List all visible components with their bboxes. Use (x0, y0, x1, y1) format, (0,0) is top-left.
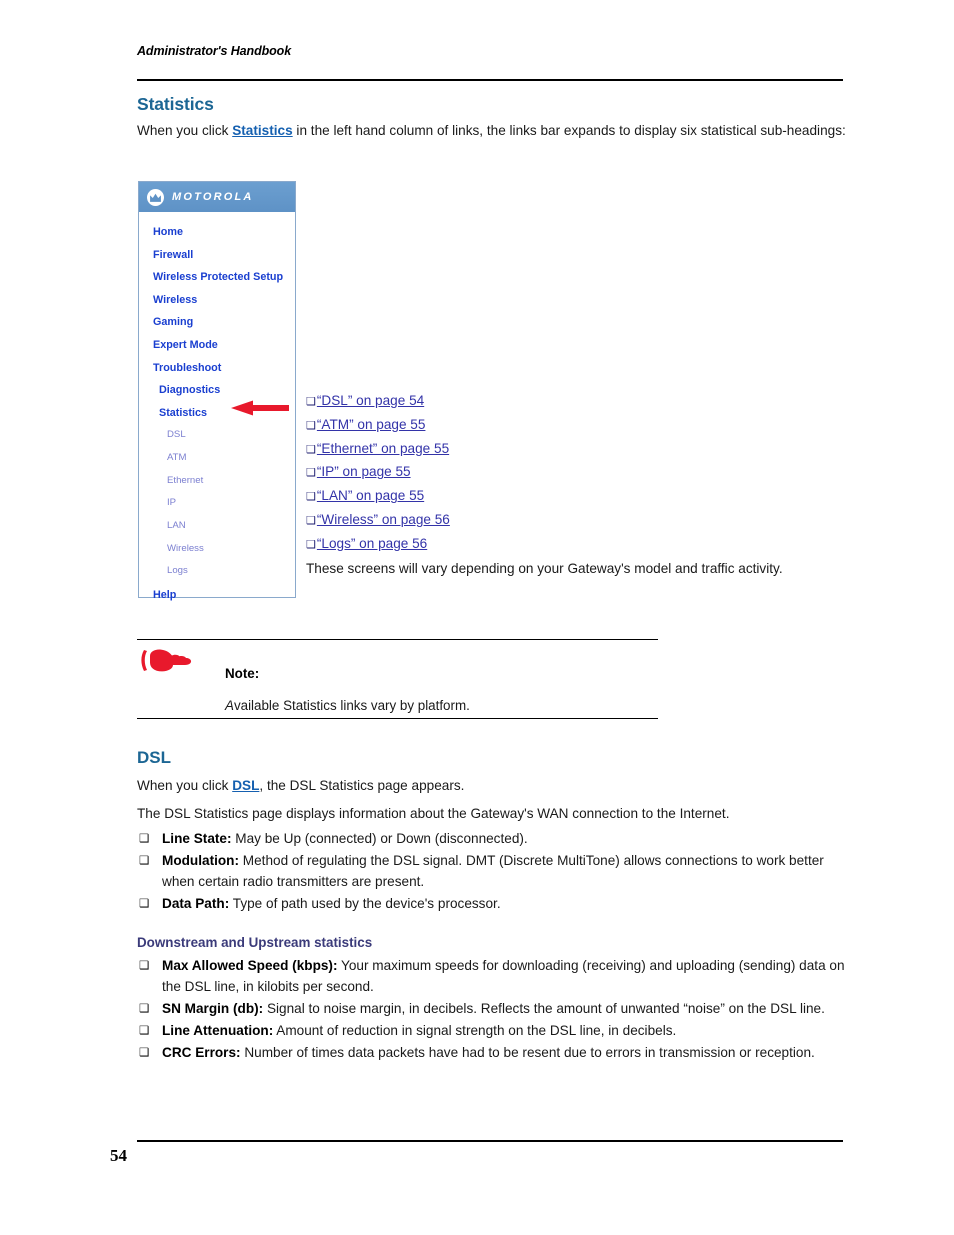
bullet-term: Data Path: (162, 896, 230, 912)
downstream-bullet-list: ❑ Max Allowed Speed (kbps): Your maximum … (137, 956, 849, 1066)
nav-item-lan[interactable]: LAN (139, 515, 295, 538)
bullet-crc-errors: ❑ CRC Errors: Number of times data packet… (137, 1043, 849, 1064)
dsl-p1-before: When you click (137, 778, 233, 793)
xref-bullet-icon: ❑ (306, 419, 316, 432)
bullet-square-icon: ❑ (139, 1025, 150, 1038)
nav-item-wireless[interactable]: Wireless (139, 289, 295, 312)
red-left-arrow-icon (231, 400, 289, 416)
nav-item-diagnostics[interactable]: Diagnostics (139, 379, 295, 402)
note-text: Available Statistics links vary by platf… (225, 698, 470, 713)
xref-label: “DSL” on page 54 (316, 393, 425, 408)
nav-item-gaming[interactable]: Gaming (139, 311, 295, 334)
dsl-p1-after: , the DSL Statistics page appears. (259, 778, 465, 793)
bullet-max-allowed-speed: ❑ Max Allowed Speed (kbps): Your maximum … (137, 956, 849, 997)
xref-label: “IP” on page 55 (316, 464, 411, 480)
bullet-data-path: ❑ Data Path: Type of path used by the dev… (137, 894, 849, 915)
xref-link-ip[interactable]: ❑“IP” on page 55 (306, 461, 706, 485)
bullet-term: Line State: (162, 831, 232, 846)
intro-paragraph: When you click Statistics in the left ha… (137, 121, 847, 140)
note-rule-bottom (137, 718, 658, 720)
bullet-square-icon: ❑ (139, 833, 150, 845)
bullet-modulation: ❑ Modulation: Method of regulating the DS… (137, 851, 849, 892)
xref-link-dsl[interactable]: ❑“DSL” on page 54 (306, 390, 706, 414)
note-rule-top (137, 639, 658, 641)
xref-link-atm[interactable]: ❑“ATM” on page 55 (306, 414, 706, 438)
bullet-desc: Amount of reduction in signal strength o… (273, 1023, 677, 1039)
intro-text-before: When you click (137, 123, 233, 138)
xref-label: “ATM” on page 55 (316, 416, 426, 432)
bullet-desc: Number of times data packets have had to… (240, 1045, 815, 1061)
footer-rule (137, 1140, 843, 1142)
dsl-paragraph-2: The DSL Statistics page displays informa… (137, 806, 730, 821)
bullet-square-icon: ❑ (139, 960, 150, 972)
xref-link-ethernet[interactable]: ❑“Ethernet” on page 55 (306, 438, 706, 462)
bullet-desc: Method of regulating the DSL signal. DMT… (162, 853, 824, 889)
nav-item-help[interactable]: Help (139, 584, 295, 607)
xref-label: “LAN” on page 55 (316, 488, 425, 504)
router-nav-panel: MOTOROLA Home Firewall Wireless Protecte… (138, 181, 296, 601)
bullet-term: CRC Errors: (162, 1045, 241, 1061)
nav-item-wireless-stats[interactable]: Wireless (139, 538, 295, 561)
nav-item-expert-mode[interactable]: Expert Mode (139, 334, 295, 357)
nav-item-wireless-protected-setup[interactable]: Wireless Protected Setup (139, 266, 295, 289)
bullet-line-attenuation: ❑ Line Attenuation: Amount of reduction i… (137, 1021, 849, 1042)
nav-item-logs[interactable]: Logs (139, 560, 295, 583)
xref-link-lan[interactable]: ❑“LAN” on page 55 (306, 485, 706, 509)
dsl-link[interactable]: DSL (232, 778, 259, 793)
xref-bullet-icon: ❑ (306, 538, 316, 551)
bullet-desc: May be Up (connected) or Down (disconnec… (231, 831, 528, 846)
running-head: Administrator's Handbook (137, 44, 292, 58)
note-text-body: vailable Statistics links vary by platfo… (233, 698, 470, 713)
nav-item-dsl[interactable]: DSL (139, 424, 295, 447)
bullet-term: Line Attenuation: (162, 1023, 274, 1039)
xref-label: “Logs” on page 56 (316, 535, 428, 551)
nav-item-troubleshoot[interactable]: Troubleshoot (139, 357, 295, 380)
bullet-desc: Type of path used by the device's proces… (229, 896, 501, 912)
nav-panel-header: MOTOROLA (139, 182, 295, 212)
nav-item-home[interactable]: Home (139, 221, 295, 244)
intro-text-after: in the left hand column of links, the li… (292, 123, 846, 138)
bullet-sn-margin: ❑ SN Margin (db): Signal to noise margin,… (137, 999, 849, 1020)
nav-item-ip[interactable]: IP (139, 492, 295, 515)
bullet-square-icon: ❑ (139, 1047, 150, 1060)
xref-bullet-icon: ❑ (306, 396, 316, 408)
screens-vary-note: These screens will vary depending on you… (306, 561, 783, 576)
bullet-square-icon: ❑ (139, 1002, 150, 1015)
motorola-wordmark: MOTOROLA (172, 191, 254, 203)
xref-bullet-icon: ❑ (306, 443, 316, 456)
note-text-initial: A (225, 698, 234, 713)
dsl-paragraph-1: When you click DSL, the DSL Statistics p… (137, 776, 847, 795)
bullet-term: Max Allowed Speed (kbps): (162, 958, 338, 973)
xref-bullet-icon: ❑ (306, 467, 316, 480)
cross-reference-list: ❑“DSL” on page 54 ❑“ATM” on page 55 ❑“Et… (306, 390, 706, 557)
motorola-m-logo-icon (147, 188, 164, 206)
dsl-bullet-list: ❑ Line State: May be Up (connected) or Do… (137, 829, 849, 916)
xref-link-logs[interactable]: ❑“Logs” on page 56 (306, 533, 706, 557)
dsl-heading: DSL (137, 748, 171, 767)
pointing-hand-icon (140, 645, 194, 675)
bullet-square-icon: ❑ (139, 855, 150, 868)
page-title: Statistics (137, 94, 214, 114)
bullet-term: SN Margin (db): (162, 1000, 264, 1016)
nav-item-firewall[interactable]: Firewall (139, 244, 295, 267)
xref-bullet-icon: ❑ (306, 514, 316, 527)
nav-item-ethernet[interactable]: Ethernet (139, 470, 295, 493)
nav-item-atm[interactable]: ATM (139, 447, 295, 470)
page-number: 54 (110, 1146, 127, 1165)
xref-label: “Wireless” on page 56 (316, 511, 450, 527)
bullet-line-state: ❑ Line State: May be Up (connected) or Do… (137, 829, 849, 850)
downstream-upstream-heading: Downstream and Upstream statistics (137, 935, 373, 950)
xref-label: “Ethernet” on page 55 (316, 440, 450, 456)
bullet-term: Modulation: (162, 853, 240, 869)
xref-link-wireless[interactable]: ❑“Wireless” on page 56 (306, 509, 706, 533)
bullet-desc: Signal to noise margin, in decibels. Ref… (263, 1000, 825, 1016)
note-label: Note: (225, 666, 260, 681)
statistics-link[interactable]: Statistics (232, 123, 292, 138)
bullet-square-icon: ❑ (139, 898, 150, 911)
header-rule (137, 79, 843, 81)
xref-bullet-icon: ❑ (306, 491, 316, 504)
